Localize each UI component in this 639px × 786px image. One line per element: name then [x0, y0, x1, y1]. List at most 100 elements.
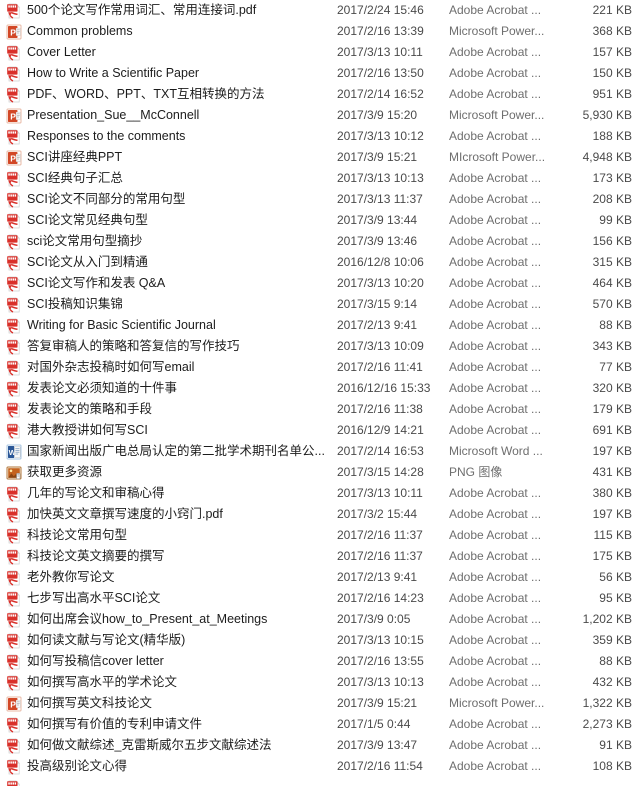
file-name[interactable]: 投高级别论文心得: [27, 756, 332, 777]
file-name[interactable]: 如何读文献与写论文(精华版): [27, 630, 332, 651]
file-name[interactable]: Cover Letter: [27, 42, 332, 63]
table-row[interactable]: 如何做文献综述_克雷斯威尔五步文献综述法 2017/3/9 13:47 Adobe …: [0, 735, 639, 756]
pdf-file-icon: [6, 528, 22, 544]
table-row[interactable]: P SCI讲座经典PPT 2017/3/9 15:21 MIcrosoft Power…: [0, 147, 639, 168]
table-row[interactable]: SCI论文从入门到精通 2016/12/8 10:06 Adobe Acrobat …: [0, 252, 639, 273]
table-row[interactable]: 科技论文英文摘要的撰写 2017/2/16 11:37 Adobe Acrobat …: [0, 546, 639, 567]
file-name[interactable]: 如何撰写英文科技论文: [27, 693, 332, 714]
table-row[interactable]: [0, 777, 639, 786]
file-name[interactable]: SCI论文写作和发表 Q&A: [27, 273, 332, 294]
file-modified-date: 2017/3/13 10:13: [337, 171, 424, 185]
table-row[interactable]: SCI经典句子汇总 2017/3/13 10:13 Adobe Acrobat ..…: [0, 168, 639, 189]
table-row[interactable]: 获取更多资源 2017/3/15 14:28 PNG 图像 431 KB: [0, 462, 639, 483]
table-row[interactable]: sci论文常用句型摘抄 2017/3/9 13:46 Adobe Acrobat .…: [0, 231, 639, 252]
table-row[interactable]: Cover Letter 2017/3/13 10:11 Adobe Acrobat…: [0, 42, 639, 63]
file-name[interactable]: 国家新闻出版广电总局认定的第二批学术期刊名单公...: [27, 441, 332, 462]
file-list[interactable]: 500个论文写作常用词汇、常用连接词.pdf 2017/2/24 15:46 Ado…: [0, 0, 639, 786]
table-row[interactable]: How to Write a Scientific Paper 2017/2/16…: [0, 63, 639, 84]
file-name[interactable]: 发表论文的策略和手段: [27, 399, 332, 420]
file-name[interactable]: 发表论文必须知道的十件事: [27, 378, 332, 399]
table-row[interactable]: P 如何撰写英文科技论文 2017/3/9 15:21 Microsoft Power…: [0, 693, 639, 714]
table-row[interactable]: 发表论文的策略和手段 2017/2/16 11:38 Adobe Acrobat .…: [0, 399, 639, 420]
pdf-file-icon: [6, 129, 22, 145]
table-row[interactable]: 如何出席会议how_to_Present_at_Meetings 2017/3/9…: [0, 609, 639, 630]
file-modified-date: 2017/2/16 13:50: [337, 66, 424, 80]
table-row[interactable]: Responses to the comments 2017/3/13 10:12…: [0, 126, 639, 147]
file-name[interactable]: 获取更多资源: [27, 462, 332, 483]
file-modified-date: 2017/3/15 14:28: [337, 465, 424, 479]
table-row[interactable]: P Presentation_Sue__McConnell 2017/3/9 15:…: [0, 105, 639, 126]
table-row[interactable]: P Common problems 2017/2/16 13:39 Microsoft…: [0, 21, 639, 42]
file-modified-date: 2017/3/9 13:44: [337, 213, 418, 227]
file-name[interactable]: SCI经典句子汇总: [27, 168, 332, 189]
table-row[interactable]: 投高级别论文心得 2017/2/16 11:54 Adobe Acrobat ...…: [0, 756, 639, 777]
table-row[interactable]: 如何撰写有价值的专利申请文件 2017/1/5 0:44 Adobe Acrobat…: [0, 714, 639, 735]
table-row[interactable]: 500个论文写作常用词汇、常用连接词.pdf 2017/2/24 15:46 Ado…: [0, 0, 639, 21]
table-row[interactable]: 如何读文献与写论文(精华版) 2017/3/13 10:15 Adobe Acrob…: [0, 630, 639, 651]
table-row[interactable]: SCI论文写作和发表 Q&A 2017/3/13 10:20 Adobe Acrob…: [0, 273, 639, 294]
file-name[interactable]: [27, 777, 332, 786]
table-row[interactable]: 老外教你写论文 2017/2/13 9:41 Adobe Acrobat ... 56…: [0, 567, 639, 588]
table-row[interactable]: SCI论文不同部分的常用句型 2017/3/13 11:37 Adobe Acrob…: [0, 189, 639, 210]
pdf-file-icon: [6, 171, 22, 187]
table-row[interactable]: 七步写出高水平SCI论文 2017/2/16 14:23 Adobe Acrobat…: [0, 588, 639, 609]
file-name[interactable]: Presentation_Sue__McConnell: [27, 105, 332, 126]
pdf-file-icon: [6, 66, 22, 82]
file-name[interactable]: 如何出席会议how_to_Present_at_Meetings: [27, 609, 332, 630]
file-name[interactable]: 如何撰写有价值的专利申请文件: [27, 714, 332, 735]
table-row[interactable]: 如何撰写高水平的学术论文 2017/3/13 10:13 Adobe Acrobat…: [0, 672, 639, 693]
table-row[interactable]: PDF、WORD、PPT、TXT互相转换的方法 2017/2/14 16:52 Ad…: [0, 84, 639, 105]
table-row[interactable]: 港大教授讲如何写SCI 2016/12/9 14:21 Adobe Acrobat …: [0, 420, 639, 441]
file-modified-date: 2017/3/2 15:44: [337, 507, 418, 521]
file-name[interactable]: 几年的写论文和审稿心得: [27, 483, 332, 504]
table-row[interactable]: 对国外杂志投稿时如何写email 2017/2/16 11:41 Adobe Acr…: [0, 357, 639, 378]
file-name[interactable]: SCI论文不同部分的常用句型: [27, 189, 332, 210]
table-row[interactable]: 如何写投稿信cover letter 2017/2/16 13:55 Adobe A…: [0, 651, 639, 672]
file-name[interactable]: PDF、WORD、PPT、TXT互相转换的方法: [27, 84, 332, 105]
file-name[interactable]: SCI讲座经典PPT: [27, 147, 332, 168]
file-size: 951 KB: [592, 87, 632, 101]
file-name[interactable]: sci论文常用句型摘抄: [27, 231, 332, 252]
file-name[interactable]: 科技论文英文摘要的撰写: [27, 546, 332, 567]
table-row[interactable]: W 国家新闻出版广电总局认定的第二批学术期刊名单公... 2017/2/14 16:…: [0, 441, 639, 462]
file-name[interactable]: Responses to the comments: [27, 126, 332, 147]
file-size: 77 KB: [599, 360, 632, 374]
table-row[interactable]: 几年的写论文和审稿心得 2017/3/13 10:11 Adobe Acrobat …: [0, 483, 639, 504]
file-size: 150 KB: [592, 66, 632, 80]
file-name[interactable]: 港大教授讲如何写SCI: [27, 420, 332, 441]
file-size: 4,948 KB: [582, 150, 632, 164]
file-name[interactable]: SCI论文常见经典句型: [27, 210, 332, 231]
file-modified-date: 2017/2/24 15:46: [337, 3, 424, 17]
file-size: 315 KB: [592, 255, 632, 269]
pdf-file-icon: [6, 633, 22, 649]
file-name[interactable]: SCI论文从入门到精通: [27, 252, 332, 273]
file-name[interactable]: 如何做文献综述_克雷斯威尔五步文献综述法: [27, 735, 332, 756]
file-modified-date: 2017/3/9 0:05: [337, 612, 411, 626]
file-name[interactable]: 七步写出高水平SCI论文: [27, 588, 332, 609]
file-name[interactable]: Writing for Basic Scientific Journal: [27, 315, 332, 336]
file-size: 156 KB: [592, 234, 632, 248]
table-row[interactable]: SCI投稿知识集锦 2017/3/15 9:14 Adobe Acrobat ...…: [0, 294, 639, 315]
table-row[interactable]: SCI论文常见经典句型 2017/3/9 13:44 Adobe Acrobat .…: [0, 210, 639, 231]
file-name[interactable]: 如何写投稿信cover letter: [27, 651, 332, 672]
file-name[interactable]: 对国外杂志投稿时如何写email: [27, 357, 332, 378]
file-name[interactable]: 500个论文写作常用词汇、常用连接词.pdf: [27, 0, 332, 21]
table-row[interactable]: 科技论文常用句型 2017/2/16 11:37 Adobe Acrobat ...…: [0, 525, 639, 546]
pdf-file-icon: [6, 192, 22, 208]
file-size: 188 KB: [592, 129, 632, 143]
powerpoint-file-icon: P: [6, 108, 22, 124]
file-name[interactable]: SCI投稿知识集锦: [27, 294, 332, 315]
file-name[interactable]: 如何撰写高水平的学术论文: [27, 672, 332, 693]
file-name[interactable]: 科技论文常用句型: [27, 525, 332, 546]
table-row[interactable]: 发表论文必须知道的十件事 2016/12/16 15:33 Adobe Acroba…: [0, 378, 639, 399]
table-row[interactable]: 加快英文文章撰写速度的小窍门.pdf 2017/3/2 15:44 Adobe Ac…: [0, 504, 639, 525]
table-row[interactable]: 答复审稿人的策略和答复信的写作技巧 2017/3/13 10:09 Adobe Ac…: [0, 336, 639, 357]
table-row[interactable]: Writing for Basic Scientific Journal 2017…: [0, 315, 639, 336]
pdf-file-icon: [6, 234, 22, 250]
file-name[interactable]: 答复审稿人的策略和答复信的写作技巧: [27, 336, 332, 357]
file-name[interactable]: How to Write a Scientific Paper: [27, 63, 332, 84]
file-name[interactable]: Common problems: [27, 21, 332, 42]
pdf-file-icon: [6, 3, 22, 19]
file-name[interactable]: 老外教你写论文: [27, 567, 332, 588]
file-name[interactable]: 加快英文文章撰写速度的小窍门.pdf: [27, 504, 332, 525]
